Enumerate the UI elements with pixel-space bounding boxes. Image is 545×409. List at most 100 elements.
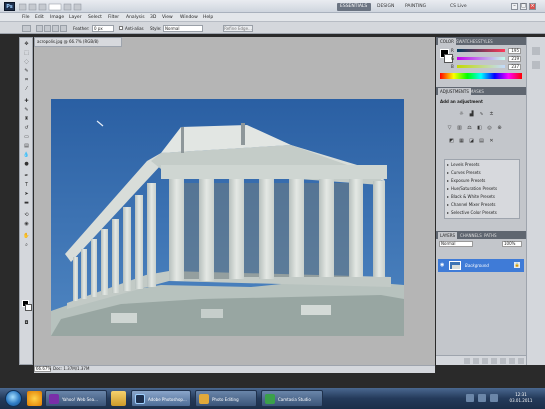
tab-channels[interactable]: CHANNELS <box>458 232 484 239</box>
brightness-contrast-icon[interactable]: ☼ <box>458 111 465 118</box>
explorer-pinned-icon[interactable] <box>111 391 126 406</box>
new-adjustment-layer-icon[interactable] <box>491 358 497 364</box>
workspace-essentials[interactable]: ESSENTIALS <box>337 3 371 11</box>
taskbar-clock[interactable]: 12:31 03.01.2011 <box>503 392 539 404</box>
tab-paths[interactable]: PATHS <box>482 232 499 239</box>
visibility-eye-icon[interactable]: ◉ <box>440 262 446 268</box>
preset-black-white[interactable]: ▸ Black & White Presets <box>445 193 521 200</box>
link-layers-icon[interactable] <box>464 358 470 364</box>
start-button[interactable] <box>5 390 22 407</box>
hand-tool-icon[interactable]: ✋ <box>22 233 31 240</box>
color-balance-icon[interactable]: ⚖ <box>466 125 473 132</box>
style-select[interactable]: Normal <box>163 25 203 32</box>
preset-channel-mixer[interactable]: ▸ Channel Mixer Presets <box>445 201 521 208</box>
actions-panel-icon[interactable] <box>532 61 540 69</box>
lasso-tool-icon[interactable]: ◌ <box>22 59 31 66</box>
menu-window[interactable]: Window <box>180 14 198 21</box>
healing-brush-tool-icon[interactable]: ✚ <box>22 98 31 105</box>
preset-curves[interactable]: ▸ Curves Presets <box>445 169 521 176</box>
taskbar-photo-editing[interactable]: Photo Editing <box>195 390 257 407</box>
blue-value-field[interactable]: 237 <box>508 64 521 70</box>
fx-icon[interactable] <box>473 358 479 364</box>
menu-filter[interactable]: Filter <box>108 14 119 21</box>
preset-exposure[interactable]: ▸ Exposure Presets <box>445 177 521 184</box>
feather-input[interactable]: 0 px <box>92 25 114 32</box>
intersect-selection-icon[interactable] <box>60 25 67 32</box>
document-canvas[interactable] <box>51 99 404 336</box>
history-brush-tool-icon[interactable]: ↺ <box>22 125 31 132</box>
red-value-field[interactable]: 195 <box>508 48 521 54</box>
document-size-info[interactable]: Doc: 1.37M/1.37M <box>53 366 89 372</box>
maximize-button[interactable]: □ <box>520 3 527 10</box>
brush-tool-icon[interactable]: ✎ <box>22 107 31 114</box>
quick-selection-tool-icon[interactable]: ✎ <box>22 68 31 75</box>
tray-flag-icon[interactable] <box>490 394 498 402</box>
path-selection-tool-icon[interactable]: ➤ <box>22 191 31 198</box>
new-layer-icon[interactable] <box>509 358 515 364</box>
tab-masks[interactable]: MASKS <box>468 88 486 95</box>
marquee-tool-preset-icon[interactable] <box>22 25 31 32</box>
3d-rotate-tool-icon[interactable]: ⟲ <box>22 212 31 219</box>
curves-icon[interactable]: ∿ <box>478 111 485 118</box>
opacity-field[interactable]: 100% <box>502 241 522 247</box>
hue-saturation-icon[interactable]: ▥ <box>456 125 463 132</box>
new-group-icon[interactable] <box>500 358 506 364</box>
close-button[interactable]: × <box>529 3 536 10</box>
add-to-selection-icon[interactable] <box>44 25 51 32</box>
taskbar-camtasia[interactable]: Camtasia Studio <box>261 390 323 407</box>
menu-layer[interactable]: Layer <box>69 14 82 21</box>
taskbar-yahoo-search[interactable]: Yahoo! Web Sea... <box>45 390 107 407</box>
blend-mode-select[interactable]: Normal <box>439 241 473 247</box>
crop-tool-icon[interactable]: ⌗ <box>22 77 31 84</box>
menu-analysis[interactable]: Analysis <box>126 14 145 21</box>
minimize-button[interactable]: – <box>511 3 518 10</box>
tray-volume-icon[interactable] <box>478 394 486 402</box>
layer-row-background[interactable]: ◉ Background 🔒 <box>438 259 524 272</box>
history-panel-icon[interactable] <box>532 47 540 55</box>
shape-tool-icon[interactable]: ▬ <box>22 200 31 207</box>
photo-filter-icon[interactable]: ◎ <box>486 125 493 132</box>
menu-file[interactable]: File <box>22 14 30 21</box>
tray-network-icon[interactable] <box>466 394 474 402</box>
eyedropper-tool-icon[interactable]: ⁄ <box>22 86 31 93</box>
taskbar-photoshop[interactable]: Adobe Photoshop... <box>131 390 191 407</box>
preset-selective-color[interactable]: ▸ Selective Color Presets <box>445 209 521 216</box>
cs-live-button[interactable]: CS Live <box>447 3 470 11</box>
refine-edge-button[interactable]: Refine Edge... <box>223 25 253 32</box>
background-color-swatch[interactable] <box>25 304 32 311</box>
tab-styles[interactable]: STYLES <box>476 38 495 45</box>
move-tool-icon[interactable]: ✥ <box>22 41 31 48</box>
zoom-level-field[interactable]: 66.67% <box>34 366 51 372</box>
eraser-tool-icon[interactable]: ▭ <box>22 134 31 141</box>
green-slider[interactable] <box>457 57 505 60</box>
menu-select[interactable]: Select <box>88 14 102 21</box>
quick-mask-icon[interactable]: ◘ <box>22 320 31 327</box>
vibrance-icon[interactable]: ▽ <box>446 125 453 132</box>
gradient-map-icon[interactable]: ▤ <box>478 138 485 145</box>
add-mask-icon[interactable] <box>482 358 488 364</box>
3d-camera-tool-icon[interactable]: ◉ <box>22 221 31 228</box>
workspace-design[interactable]: DESIGN <box>374 3 397 11</box>
anti-alias-checkbox[interactable] <box>119 26 123 30</box>
color-spectrum-bar[interactable] <box>440 73 522 79</box>
layer-name[interactable]: Background <box>465 262 489 269</box>
red-slider[interactable] <box>457 49 505 52</box>
exposure-icon[interactable]: ± <box>488 111 495 118</box>
posterize-icon[interactable]: ▦ <box>458 138 465 145</box>
trash-icon[interactable] <box>518 358 524 364</box>
clone-stamp-tool-icon[interactable]: ♜ <box>22 116 31 123</box>
document-tab[interactable]: acropolis.jpg @ 66.7% (RGB/8) <box>34 37 122 47</box>
new-selection-icon[interactable] <box>36 25 43 32</box>
menu-help[interactable]: Help <box>203 14 213 21</box>
green-value-field[interactable]: 219 <box>508 56 521 62</box>
channel-mixer-icon[interactable]: ⊕ <box>496 125 503 132</box>
pen-tool-icon[interactable]: ✒ <box>22 173 31 180</box>
threshold-icon[interactable]: ◪ <box>468 138 475 145</box>
blue-slider[interactable] <box>457 65 505 68</box>
tab-layers[interactable]: LAYERS <box>438 232 458 239</box>
preset-hue-saturation[interactable]: ▸ Hue/Saturation Presets <box>445 185 521 192</box>
zoom-tool-icon[interactable]: ⌕ <box>22 242 31 249</box>
menu-edit[interactable]: Edit <box>35 14 44 21</box>
subtract-from-selection-icon[interactable] <box>52 25 59 32</box>
invert-icon[interactable]: ◩ <box>448 138 455 145</box>
